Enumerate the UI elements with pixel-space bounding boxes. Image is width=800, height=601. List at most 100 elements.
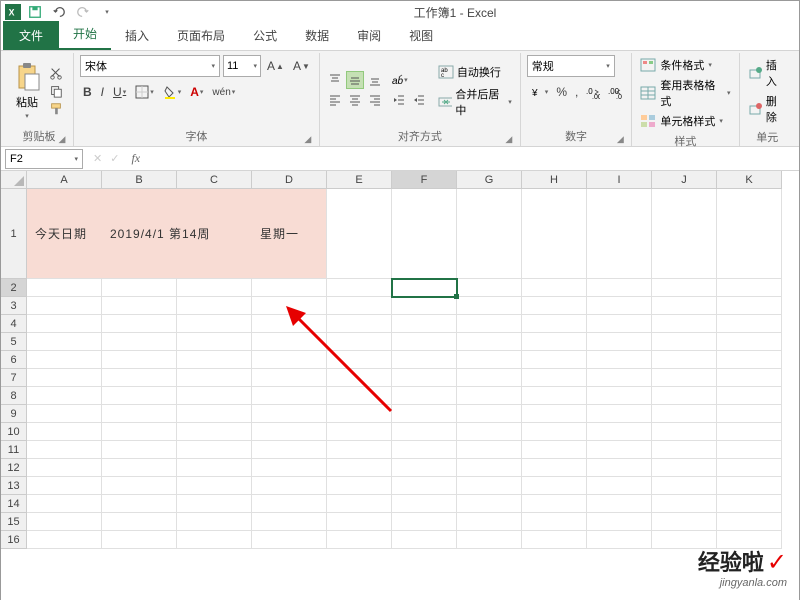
column-header[interactable]: C: [177, 171, 252, 189]
spreadsheet-grid[interactable]: ABCDEFGHIJK 12345678910111213141516 今天日期…: [1, 171, 799, 601]
cell[interactable]: [587, 351, 652, 369]
tab-home[interactable]: 开始: [59, 19, 111, 50]
cell[interactable]: [457, 189, 522, 279]
cell[interactable]: [717, 423, 782, 441]
format-as-table-button[interactable]: 套用表格格式▾: [638, 75, 732, 111]
cell[interactable]: [102, 459, 177, 477]
decrease-decimal-icon[interactable]: .00.0: [605, 83, 625, 101]
cell[interactable]: [177, 279, 252, 297]
cell[interactable]: [327, 315, 392, 333]
font-dialog-launcher-icon[interactable]: ◢: [303, 134, 313, 144]
format-painter-icon[interactable]: [47, 101, 65, 117]
cell[interactable]: [102, 351, 177, 369]
merge-center-button[interactable]: 合并后居中▾: [436, 84, 514, 120]
align-center-icon[interactable]: [346, 91, 364, 109]
cell[interactable]: [457, 351, 522, 369]
cell[interactable]: [587, 369, 652, 387]
cell[interactable]: [177, 351, 252, 369]
cell[interactable]: [717, 441, 782, 459]
cell[interactable]: [327, 333, 392, 351]
cell[interactable]: [27, 531, 102, 549]
cell[interactable]: [27, 441, 102, 459]
row-header[interactable]: 16: [1, 531, 27, 549]
cell[interactable]: [522, 405, 587, 423]
cell[interactable]: [252, 405, 327, 423]
column-header[interactable]: B: [102, 171, 177, 189]
cell[interactable]: [392, 297, 457, 315]
cell[interactable]: [522, 351, 587, 369]
cell[interactable]: [392, 495, 457, 513]
column-header[interactable]: J: [652, 171, 717, 189]
cell[interactable]: [587, 333, 652, 351]
cell[interactable]: [717, 279, 782, 297]
row-header[interactable]: 9: [1, 405, 27, 423]
cancel-formula-icon[interactable]: ✕: [93, 152, 102, 165]
cell[interactable]: [652, 495, 717, 513]
cell[interactable]: [327, 369, 392, 387]
tab-pagelayout[interactable]: 页面布局: [163, 21, 239, 50]
cell[interactable]: [717, 459, 782, 477]
cell[interactable]: [717, 297, 782, 315]
undo-icon[interactable]: [51, 4, 67, 20]
align-right-icon[interactable]: [366, 91, 384, 109]
cell[interactable]: [252, 423, 327, 441]
cell[interactable]: [587, 495, 652, 513]
cell[interactable]: [457, 441, 522, 459]
cell[interactable]: [717, 495, 782, 513]
cell[interactable]: [522, 387, 587, 405]
cell[interactable]: [457, 279, 522, 297]
copy-icon[interactable]: [47, 83, 65, 99]
cell[interactable]: [327, 459, 392, 477]
comma-icon[interactable]: ,: [572, 83, 581, 101]
cell[interactable]: [457, 369, 522, 387]
cell[interactable]: [652, 405, 717, 423]
cell[interactable]: [587, 279, 652, 297]
row-header[interactable]: 1: [1, 189, 27, 279]
cell[interactable]: [27, 387, 102, 405]
font-color-button[interactable]: A▾: [187, 83, 206, 101]
cell[interactable]: [717, 405, 782, 423]
cell[interactable]: [327, 387, 392, 405]
tab-review[interactable]: 审阅: [343, 21, 395, 50]
cell[interactable]: [177, 423, 252, 441]
cell[interactable]: [587, 189, 652, 279]
increase-decimal-icon[interactable]: .0.00: [583, 83, 603, 101]
cell[interactable]: [252, 387, 327, 405]
cell[interactable]: [717, 351, 782, 369]
column-header[interactable]: D: [252, 171, 327, 189]
name-box[interactable]: F2▾: [5, 149, 83, 169]
insert-cells-button[interactable]: 插入: [746, 55, 789, 91]
cell[interactable]: [587, 513, 652, 531]
italic-button[interactable]: I: [98, 83, 107, 101]
cell[interactable]: [102, 297, 177, 315]
cell[interactable]: [457, 495, 522, 513]
fill-handle[interactable]: [454, 294, 459, 299]
enter-formula-icon[interactable]: ✓: [110, 152, 119, 165]
cell[interactable]: [327, 423, 392, 441]
cell[interactable]: [177, 459, 252, 477]
cell[interactable]: [392, 513, 457, 531]
cell[interactable]: [522, 459, 587, 477]
cell[interactable]: [522, 279, 587, 297]
fill-color-button[interactable]: ▾: [160, 83, 185, 101]
cell[interactable]: [102, 477, 177, 495]
cell[interactable]: [252, 441, 327, 459]
row-header[interactable]: 11: [1, 441, 27, 459]
percent-icon[interactable]: %: [553, 83, 570, 101]
cell[interactable]: [177, 405, 252, 423]
cell[interactable]: [327, 513, 392, 531]
cell[interactable]: [652, 459, 717, 477]
cell[interactable]: [652, 441, 717, 459]
cell[interactable]: [392, 423, 457, 441]
decrease-indent-icon[interactable]: [390, 91, 408, 109]
cell[interactable]: [587, 297, 652, 315]
formula-input[interactable]: [146, 149, 799, 169]
cell[interactable]: [27, 297, 102, 315]
cell[interactable]: [27, 279, 102, 297]
increase-indent-icon[interactable]: [410, 91, 428, 109]
cell[interactable]: [392, 387, 457, 405]
cell[interactable]: [652, 333, 717, 351]
cell[interactable]: [652, 387, 717, 405]
cell[interactable]: [392, 459, 457, 477]
cell[interactable]: [177, 495, 252, 513]
